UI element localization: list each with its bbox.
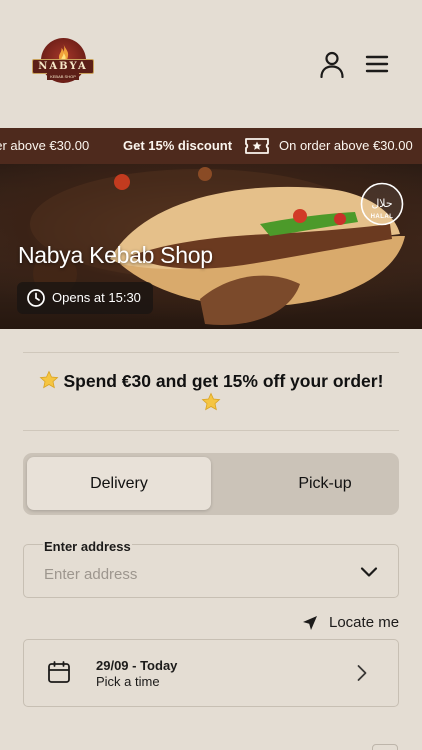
- opening-hours-badge: Opens at 15:30: [17, 282, 153, 314]
- brand-logo[interactable]: NABYA KEBAB SHOP: [32, 38, 94, 88]
- tab-delivery[interactable]: Delivery: [27, 457, 211, 510]
- selected-date: 29/09 - Today: [96, 658, 178, 673]
- promo-ticker: der above €30.00 Get 15% discount On ord…: [0, 128, 422, 164]
- chevron-down-icon[interactable]: [360, 565, 378, 579]
- opening-hours-text: Opens at 15:30: [52, 290, 141, 305]
- order-mode-toggle: Delivery Pick-up: [23, 453, 399, 515]
- promo-text-right: On order above €30.00: [279, 138, 413, 153]
- location-arrow-icon: [303, 616, 317, 630]
- offer-text: Spend €30 and get 15% off your order!: [63, 371, 384, 391]
- divider-bottom: [23, 430, 399, 431]
- promo-text-left: der above €30.00: [0, 138, 90, 153]
- halal-badge-icon: حلال HALAL: [360, 182, 404, 226]
- ticket-star-icon: [245, 138, 269, 154]
- star-icon: [201, 392, 221, 411]
- halal-arabic-text: حلال: [371, 197, 392, 210]
- divider-top: [23, 352, 399, 353]
- locate-me-label: Locate me: [329, 614, 400, 631]
- calendar-icon: [48, 661, 70, 683]
- address-input[interactable]: [44, 563, 344, 585]
- pick-time-hint: Pick a time: [96, 674, 160, 689]
- clock-icon: [27, 289, 45, 307]
- time-picker[interactable]: 29/09 - Today Pick a time: [23, 639, 399, 707]
- chevron-right-icon: [357, 665, 367, 681]
- address-field: Enter address: [23, 539, 399, 598]
- logo-subtitle: KEBAB SHOP: [47, 73, 79, 80]
- promo-text-discount: Get 15% discount: [123, 138, 233, 153]
- hero-banner: Nabya Kebab Shop Opens at 15:30 حلال HAL…: [0, 164, 422, 329]
- hamburger-menu-icon[interactable]: [364, 52, 390, 76]
- user-icon[interactable]: [318, 50, 346, 78]
- restaurant-name: Nabya Kebab Shop: [18, 242, 213, 268]
- locate-me-button[interactable]: Locate me: [302, 613, 402, 633]
- logo-wordmark: NABYA: [32, 59, 94, 74]
- offer-banner: Spend €30 and get 15% off your order!: [23, 370, 399, 414]
- partial-element: [372, 744, 398, 750]
- address-label: Enter address: [43, 539, 132, 554]
- star-icon: [39, 370, 59, 389]
- header: NABYA KEBAB SHOP: [0, 0, 422, 128]
- halal-label: HALAL: [371, 214, 394, 220]
- tab-pickup[interactable]: Pick-up: [233, 457, 417, 510]
